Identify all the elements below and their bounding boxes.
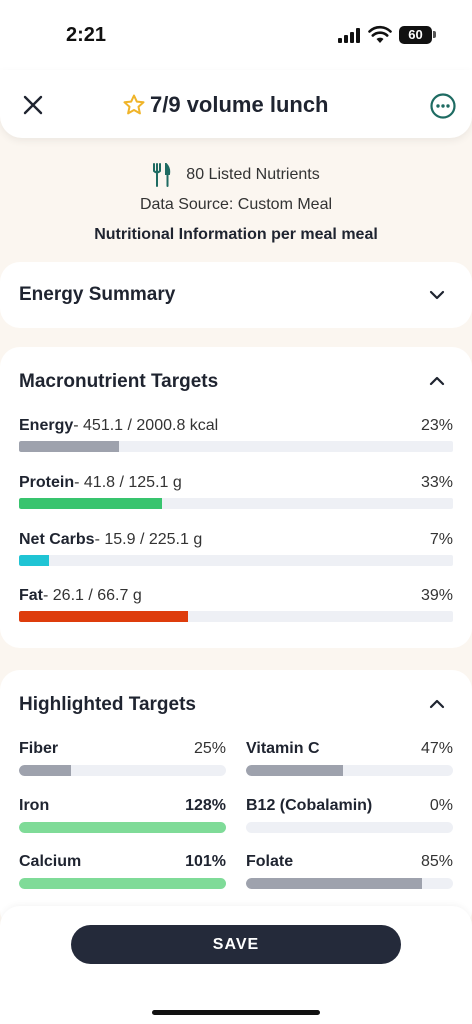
meal-info: 80 Listed Nutrients Data Source: Custom …	[0, 150, 472, 244]
close-icon[interactable]	[20, 92, 46, 118]
macro-percent: 7%	[429, 531, 453, 548]
progress-fill	[19, 611, 189, 622]
progress-track	[19, 765, 226, 776]
progress-track	[19, 611, 453, 622]
macronutrient-targets-title: Macronutrient Targets	[19, 371, 219, 392]
progress-fill	[19, 555, 50, 566]
target-percent: 47%	[420, 740, 453, 757]
energy-summary-title: Energy Summary	[19, 284, 176, 305]
macronutrient-targets-card: Macronutrient Targets Energy- 451.1 / 20…	[0, 347, 472, 648]
macro-label: Net Carbs- 15.9 / 225.1 g	[19, 531, 203, 548]
macro-label: Energy- 451.1 / 2000.8 kcal	[19, 417, 219, 434]
target-iron: Iron 128%	[19, 797, 226, 833]
footer-bar: SAVE	[0, 906, 472, 1024]
chevron-up-icon[interactable]	[428, 695, 446, 713]
progress-track	[19, 498, 453, 509]
meal-header: 7/9 volume lunch	[0, 70, 472, 138]
home-indicator	[152, 1010, 320, 1015]
progress-track	[19, 878, 226, 889]
progress-fill	[19, 822, 226, 833]
cellular-signal-icon	[338, 28, 360, 43]
target-vitamin-c: Vitamin C 47%	[246, 740, 453, 776]
highlighted-targets-card: Highlighted Targets Fiber 25% Vitamin C …	[0, 670, 472, 930]
macro-percent: 33%	[420, 474, 453, 491]
target-percent: 85%	[420, 853, 453, 870]
target-percent: 0%	[429, 797, 453, 814]
progress-fill	[19, 878, 226, 889]
target-b12: B12 (Cobalamin) 0%	[246, 797, 453, 833]
progress-track	[19, 822, 226, 833]
macro-row-protein: Protein- 41.8 / 125.1 g 33%	[19, 474, 453, 509]
macro-row-net-carbs: Net Carbs- 15.9 / 225.1 g 7%	[19, 531, 453, 566]
progress-track	[246, 765, 453, 776]
meal-title-text: 7/9 volume lunch	[150, 92, 329, 117]
macro-row-fat: Fat- 26.1 / 66.7 g 39%	[19, 587, 453, 622]
macro-row-energy: Energy- 451.1 / 2000.8 kcal 23%	[19, 417, 453, 452]
progress-fill	[19, 765, 71, 776]
star-outline-icon[interactable]	[122, 93, 146, 117]
macro-percent: 39%	[420, 587, 453, 604]
macro-label: Fat- 26.1 / 66.7 g	[19, 587, 142, 604]
save-button[interactable]: SAVE	[71, 925, 401, 964]
target-percent: 128%	[185, 797, 226, 814]
target-name: B12 (Cobalamin)	[246, 797, 373, 814]
chevron-down-icon[interactable]	[428, 286, 446, 304]
progress-track	[19, 441, 453, 452]
target-calcium: Calcium 101%	[19, 853, 226, 889]
progress-fill	[246, 878, 422, 889]
progress-fill	[246, 765, 344, 776]
battery-level: 60	[399, 26, 432, 44]
meal-title: 7/9 volume lunch	[122, 90, 329, 120]
highlighted-targets-title: Highlighted Targets	[19, 694, 196, 715]
macro-percent: 23%	[420, 417, 453, 434]
listed-nutrients: 80 Listed Nutrients	[186, 166, 320, 183]
battery-tip	[433, 31, 436, 38]
progress-track	[246, 878, 453, 889]
energy-summary-card[interactable]: Energy Summary	[0, 262, 472, 328]
status-bar: 2:21 60	[0, 0, 472, 70]
fork-knife-icon	[153, 163, 171, 187]
macro-label: Protein- 41.8 / 125.1 g	[19, 474, 182, 491]
status-time: 2:21	[66, 24, 107, 46]
wifi-icon	[368, 25, 392, 43]
target-folate: Folate 85%	[246, 853, 453, 889]
target-fiber: Fiber 25%	[19, 740, 226, 776]
chevron-up-icon[interactable]	[428, 372, 446, 390]
target-percent: 25%	[193, 740, 226, 757]
target-percent: 101%	[185, 853, 226, 870]
more-options-icon[interactable]	[429, 92, 457, 120]
progress-track	[246, 822, 453, 833]
data-source: Data Source: Custom Meal	[139, 196, 333, 213]
progress-fill	[19, 441, 119, 452]
progress-track	[19, 555, 453, 566]
progress-fill	[19, 498, 163, 509]
nutrition-per: Nutritional Information per meal meal	[94, 226, 378, 243]
